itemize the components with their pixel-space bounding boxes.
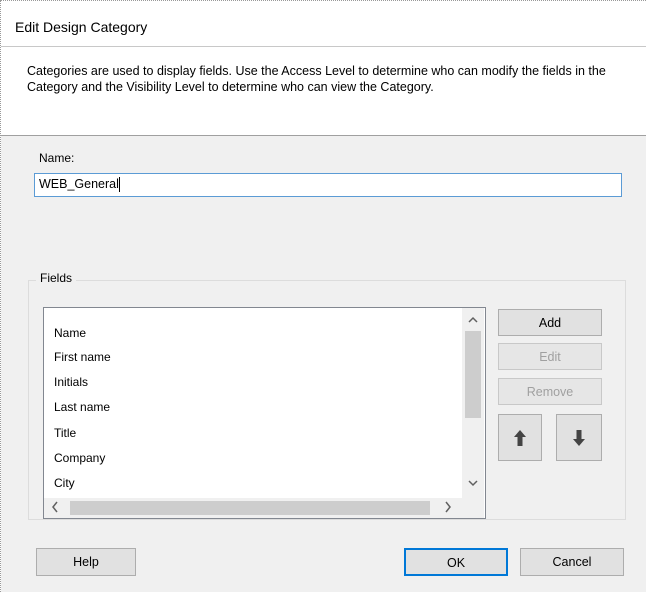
description-panel: Categories are used to display fields. U… (1, 47, 646, 136)
remove-button[interactable]: Remove (498, 378, 602, 405)
list-item[interactable]: Last name (54, 395, 111, 420)
name-input-value: WEB_General (39, 177, 119, 191)
move-up-button[interactable] (498, 414, 542, 461)
scroll-right-icon[interactable] (444, 499, 452, 518)
scroll-corner (462, 498, 484, 518)
list-item[interactable]: Initials (54, 370, 111, 395)
list-item[interactable]: First name (54, 345, 111, 370)
list-column-header: Name (54, 326, 87, 340)
arrow-down-icon (573, 430, 585, 446)
list-item[interactable]: Company (54, 446, 111, 471)
scroll-left-icon[interactable] (51, 499, 59, 518)
vertical-scrollbar[interactable] (462, 308, 484, 498)
help-button[interactable]: Help (36, 548, 136, 576)
horizontal-scroll-thumb[interactable] (70, 501, 430, 515)
ok-button[interactable]: OK (404, 548, 508, 576)
horizontal-scrollbar[interactable] (44, 498, 462, 518)
fields-list: Name First name Initials Last name Title… (54, 316, 111, 496)
dialog-title: Edit Design Category (15, 19, 148, 35)
arrow-up-icon (514, 430, 526, 446)
name-input[interactable]: WEB_General (34, 173, 622, 197)
scroll-down-icon[interactable] (468, 478, 478, 490)
text-caret (118, 177, 120, 193)
move-down-button[interactable] (556, 414, 602, 461)
vertical-scroll-thumb[interactable] (465, 331, 481, 418)
cancel-button[interactable]: Cancel (520, 548, 624, 576)
edit-button[interactable]: Edit (498, 343, 602, 370)
fields-listbox[interactable]: Name First name Initials Last name Title… (43, 307, 486, 519)
list-item[interactable]: City (54, 471, 111, 496)
dialog-titlebar: Edit Design Category (1, 1, 646, 47)
scroll-up-icon[interactable] (468, 314, 478, 326)
add-button[interactable]: Add (498, 309, 602, 336)
fields-group-label: Fields (36, 271, 77, 285)
description-text: Categories are used to display fields. U… (27, 64, 606, 94)
name-label: Name: (39, 151, 75, 165)
list-item[interactable]: Title (54, 421, 111, 446)
